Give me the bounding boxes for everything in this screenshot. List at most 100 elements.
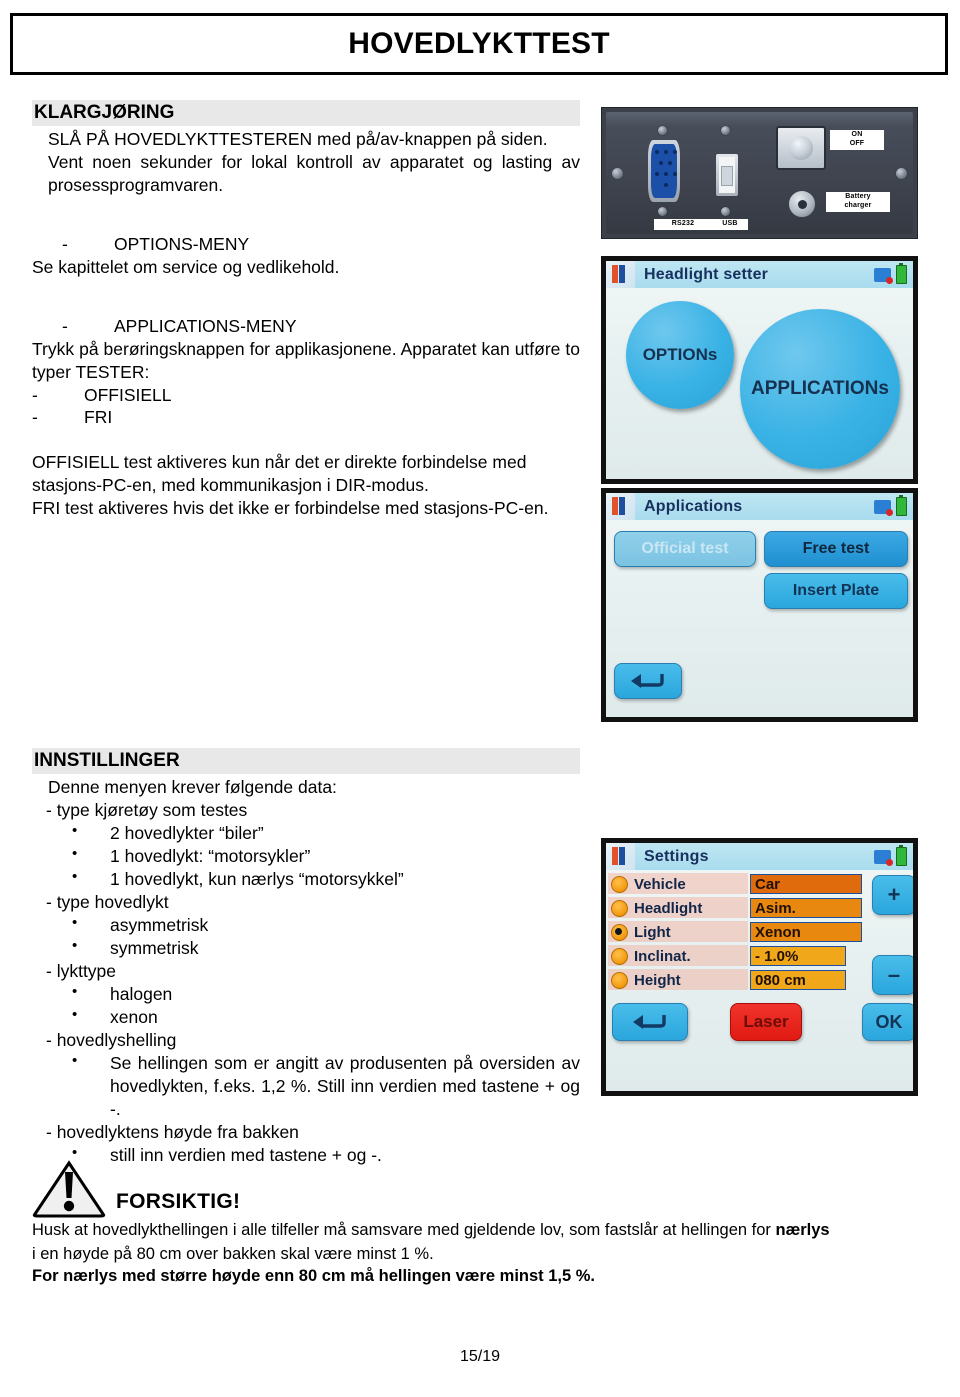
insert-plate-button[interactable]: Insert Plate <box>764 573 908 609</box>
radio-icon-vehicle[interactable] <box>611 875 628 893</box>
brand-logo-icon <box>606 261 635 288</box>
bullet-symmetrisk: symmetrisk <box>32 936 580 960</box>
offisiell-test-note: OFFISIELL test aktiveres kun når det er … <box>32 452 527 496</box>
content-settings-column: INNSTILLINGER Denne menyen krever følgen… <box>32 748 580 1167</box>
settings-row-vehicle[interactable]: Vehicle <box>611 873 686 895</box>
rs232-db9-connector <box>648 140 680 202</box>
battery-icon <box>896 263 907 284</box>
settings-row-inclination[interactable]: Inclinat. <box>611 945 691 967</box>
section-heading-klargjoring: KLARGJØRING <box>32 100 580 127</box>
page-title: HOVEDLYKTTEST <box>348 27 610 60</box>
radio-icon-inclination[interactable] <box>611 947 628 965</box>
options-button-label: OPTIONs <box>642 345 718 364</box>
lcd-settings: Settings Vehicle Headlight Light Inclina… <box>606 843 913 1091</box>
plus-icon: + <box>887 882 901 907</box>
laser-button[interactable]: Laser <box>730 1003 802 1041</box>
innstillinger-group-list: - type kjøretøy som testes 2 hovedlykter… <box>32 799 580 1167</box>
power-button-cap <box>789 136 813 160</box>
brand-logo-icon <box>606 843 635 870</box>
battery-icon <box>896 495 907 516</box>
ok-label: OK <box>875 1011 903 1032</box>
section-heading-innstillinger: INNSTILLINGER <box>32 748 580 775</box>
tester-type-label: OFFISIELL <box>84 384 172 405</box>
battery-charger-socket[interactable] <box>788 190 816 218</box>
increase-button[interactable]: + <box>872 875 913 915</box>
free-test-button[interactable]: Free test <box>764 531 908 567</box>
settings-label-inclination: Inclinat. <box>634 947 691 965</box>
screw-icon <box>721 207 730 216</box>
bullet-1-hovedlykt-naerlys: 1 hovedlykt, kun nærlys “motorsykkel” <box>32 867 580 891</box>
warning-triangle-icon <box>32 1160 106 1218</box>
label-rs232: RS232 <box>654 219 712 230</box>
tester-type-dash: - <box>32 407 38 428</box>
lcd-header-bar: Headlight setter <box>606 261 913 288</box>
db9-pins <box>651 144 677 198</box>
bullet-xenon: xenon <box>32 1005 580 1029</box>
options-menu-label: OPTIONS-MENY <box>114 233 250 254</box>
radio-icon-light-selected[interactable] <box>611 923 628 941</box>
warning-line-2: i en høyde på 80 cm over bakken skal vær… <box>32 1244 434 1263</box>
tester-type-item-fri: - FRI <box>32 406 580 429</box>
tester-type-item-offisiell: - OFFISIELL <box>32 384 580 407</box>
options-circle-button[interactable]: OPTIONs <box>626 301 734 409</box>
warning-line-1-bold: nærlys <box>775 1221 830 1239</box>
usb-connector <box>716 154 738 196</box>
settings-row-headlight[interactable]: Headlight <box>611 897 702 919</box>
screw-icon <box>721 126 730 135</box>
settings-label-height: Height <box>634 971 681 989</box>
back-arrow-icon <box>633 1015 666 1029</box>
pc-connection-icon <box>874 499 893 516</box>
insert-plate-label: Insert Plate <box>792 582 880 599</box>
settings-value-inclination[interactable]: - 1.0% <box>750 946 846 966</box>
settings-value-height[interactable]: 080 cm <box>750 970 846 990</box>
settings-row-light[interactable]: Light <box>611 921 671 943</box>
brand-logo-icon <box>606 493 635 520</box>
options-menu-dash: - <box>62 233 68 254</box>
back-button[interactable] <box>614 663 682 699</box>
screen-title: Headlight setter <box>644 265 769 283</box>
klargjoring-paragraph-1: SLÅ PÅ HOVEDLYKTTESTEREN med på/av-knapp… <box>48 129 548 150</box>
pc-connection-icon <box>874 849 893 866</box>
settings-value-light[interactable]: Xenon <box>750 922 862 942</box>
battery-icon <box>896 845 907 866</box>
bullet-2-hovedlykter: 2 hovedlykter “biler” <box>32 821 580 845</box>
content-left-column: KLARGJØRING SLÅ PÅ HOVEDLYKTTESTEREN med… <box>32 100 580 520</box>
label-usb: USB <box>712 219 748 230</box>
applications-menu-intro: Trykk på berøringsknappen for applikasjo… <box>32 338 580 382</box>
label-battery-charger: Battery charger <box>826 192 890 212</box>
bullet-1-hovedlykt-motorsykler: 1 hovedlykt: “motorsykler” <box>32 844 580 868</box>
back-button[interactable] <box>612 1003 688 1041</box>
innstillinger-intro: Denne menyen krever følgende data: <box>48 777 337 798</box>
bullet-inclination-detail: Se hellingen som er angitt av produsente… <box>32 1051 580 1121</box>
warning-header: FORSIKTIG! <box>32 1158 927 1218</box>
panel-face: RS232 USB ON OFF Battery charger <box>606 112 913 234</box>
screen-photo-settings: Settings Vehicle Headlight Light Inclina… <box>601 838 918 1096</box>
settings-label-light: Light <box>634 923 671 941</box>
page-footer: 15/19 <box>459 1348 501 1365</box>
warning-line-3: For nærlys med større høyde enn 80 cm må… <box>32 1266 596 1285</box>
screen-title: Settings <box>644 847 709 865</box>
screen-photo-applications: Applications Official test Free test Ins… <box>601 488 918 722</box>
lcd-header-bar: Settings <box>606 843 913 870</box>
official-test-button[interactable]: Official test <box>614 531 756 567</box>
settings-value-vehicle[interactable]: Car <box>750 874 862 894</box>
screen-photo-headlight-setter: Headlight setter OPTIONs APPLICATIONs <box>601 256 918 484</box>
group-label-inclination: - hovedlyshelling <box>46 1030 177 1051</box>
usb-core <box>719 157 735 193</box>
document-title-box: HOVEDLYKTTEST <box>10 13 948 75</box>
laser-label: Laser <box>743 1012 789 1031</box>
applications-circle-button[interactable]: APPLICATIONs <box>740 309 900 469</box>
ok-button[interactable]: OK <box>862 1003 913 1041</box>
applications-menu-entry: - APPLICATIONS-MENY <box>32 315 580 338</box>
connector-panel-photo: RS232 USB ON OFF Battery charger <box>601 107 918 239</box>
decrease-button[interactable]: – <box>872 955 913 995</box>
radio-icon-headlight[interactable] <box>611 899 628 917</box>
screw-icon <box>612 168 623 179</box>
radio-icon-height[interactable] <box>611 971 628 989</box>
settings-row-height[interactable]: Height <box>611 969 681 991</box>
power-button[interactable] <box>776 126 826 170</box>
screen-title: Applications <box>644 497 743 515</box>
settings-value-headlight[interactable]: Asim. <box>750 898 862 918</box>
applications-menu-dash: - <box>62 315 68 336</box>
